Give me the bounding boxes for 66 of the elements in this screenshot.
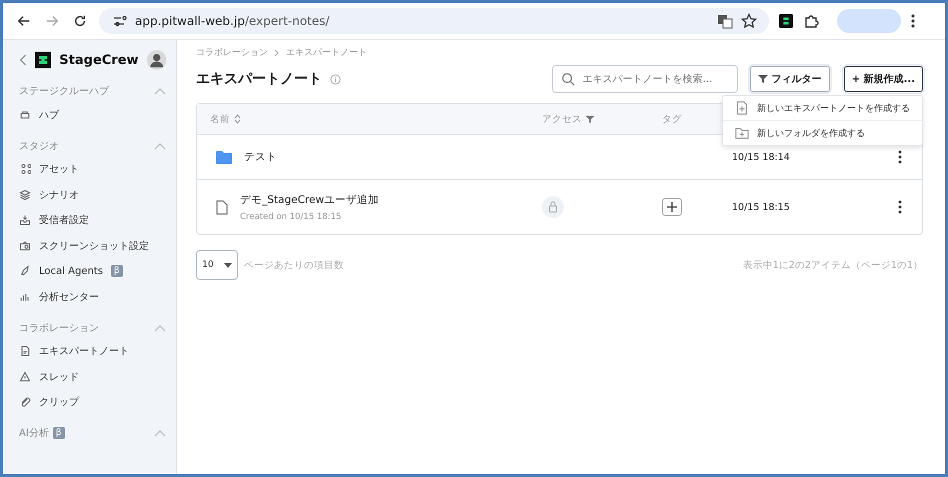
folder-icon — [216, 150, 232, 164]
inbox-icon — [19, 214, 31, 226]
address-bar[interactable]: app.pitwall-web.jp/expert-notes/ — [99, 8, 769, 34]
puzzle-icon[interactable] — [803, 13, 819, 29]
beta-badge: β — [110, 265, 123, 278]
avatar-icon[interactable] — [146, 48, 166, 72]
section-title: スタジオ — [19, 140, 59, 152]
sidebar-item[interactable]: エキスパートノート — [39, 344, 129, 358]
filter-icon — [758, 74, 768, 84]
logo-icon — [35, 50, 52, 70]
section-title: ステージクルーハブ — [19, 84, 109, 98]
created-date: Created on 10/15 18:15 — [240, 212, 342, 222]
file-plus-icon — [735, 101, 749, 115]
hub-icon — [19, 108, 31, 121]
collapse-icon[interactable] — [19, 53, 28, 67]
per-page-select[interactable]: 10 — [196, 250, 238, 280]
folder-plus-icon — [735, 126, 749, 140]
sidebar-item[interactable]: Local Agents — [39, 266, 103, 277]
column-header: タグ — [662, 112, 683, 126]
more-icon[interactable] — [898, 150, 902, 164]
add-tag-icon[interactable] — [662, 198, 682, 216]
filter-button[interactable]: フィルター — [750, 66, 830, 92]
url-text: app.pitwall-web.jp/expert-notes/ — [135, 14, 330, 28]
rocket-icon — [19, 265, 31, 278]
per-page-label: ページあたりの項目数 — [244, 258, 344, 272]
site-settings-icon[interactable] — [111, 13, 127, 29]
item-name[interactable]: テスト — [244, 150, 277, 164]
filter-icon[interactable] — [585, 114, 595, 124]
file-icon — [216, 200, 228, 214]
new-button[interactable]: + 新規作成... — [844, 66, 923, 92]
more-icon[interactable] — [898, 200, 902, 214]
star-icon[interactable] — [741, 13, 757, 29]
chevron-right-icon — [274, 48, 280, 56]
search-icon — [560, 72, 575, 86]
menu-item[interactable]: 新しいエキスパートノートを作成する — [723, 96, 922, 120]
menu-icon[interactable] — [911, 14, 915, 28]
clip-icon — [19, 396, 31, 408]
sidebar-item[interactable]: スクリーンショット設定 — [39, 238, 149, 253]
page-title: エキスパートノート — [196, 70, 322, 88]
menu-item[interactable]: 新しいフォルダを作成する — [723, 120, 922, 145]
item-name[interactable]: デモ_StageCrewユーザ追加 — [240, 192, 380, 206]
extension-icon[interactable] — [779, 14, 793, 28]
section-title: コラボレーション — [19, 322, 99, 334]
warning-icon — [19, 370, 31, 383]
sidebar-item[interactable]: 受信者設定 — [39, 213, 89, 228]
breadcrumb-current: エキスパートノート — [286, 47, 367, 59]
date-cell-text: 10/15 18:15 — [732, 202, 791, 212]
sidebar-item[interactable]: ハブ — [39, 108, 59, 122]
sort-icon[interactable] — [234, 114, 241, 124]
sidebar-item[interactable]: シナリオ — [39, 188, 79, 202]
caret-down-icon — [224, 262, 232, 268]
sidebar-item[interactable]: スレッド — [39, 370, 79, 384]
sidebar-item[interactable]: クリップ — [39, 395, 79, 410]
note-icon — [19, 345, 31, 358]
date-cell-text: 10/15 18:14 — [732, 152, 791, 162]
asset-icon — [19, 163, 31, 176]
layers-icon — [19, 188, 31, 201]
pagination-summary: 表示中1に2の2アイテム（ページ1の1） — [742, 258, 923, 272]
brand-name: StageCrew — [59, 52, 139, 68]
search-field[interactable]: エキスパートノートを検索... — [552, 65, 738, 93]
camera-icon — [19, 240, 31, 252]
sidebar-item[interactable]: アセット — [39, 162, 79, 176]
translate-icon[interactable] — [717, 13, 733, 29]
beta-badge: β — [52, 427, 65, 439]
section-title: AI分析 — [19, 426, 49, 440]
sidebar-item[interactable]: 分析センター — [39, 290, 99, 304]
